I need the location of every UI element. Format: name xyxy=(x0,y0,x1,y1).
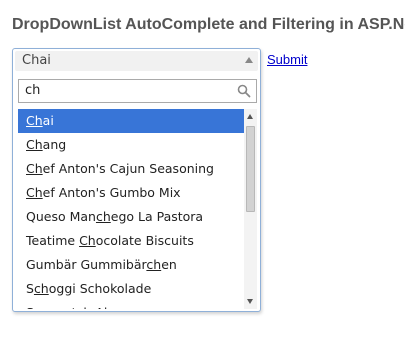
result-item[interactable]: Teatime Chocolate Biscuits xyxy=(18,229,244,253)
dropdown-selected-value: Chai xyxy=(22,53,51,68)
result-item[interactable]: Gumbär Gummibärchen xyxy=(18,253,244,277)
match-highlight: Ch xyxy=(26,161,43,176)
result-item[interactable]: Chai xyxy=(18,109,244,133)
match-highlight: ch xyxy=(146,257,162,272)
submit-link[interactable]: Submit xyxy=(267,52,307,67)
results-list: Chai Chang Chef Anton's Cajun Seasoning Che… xyxy=(18,109,244,309)
result-item[interactable]: Schoggi Schokolade xyxy=(18,277,244,301)
match-highlight: ch xyxy=(33,281,49,296)
result-item[interactable]: Chef Anton's Cajun Seasoning xyxy=(18,157,244,181)
search-input[interactable]: ch xyxy=(18,79,257,103)
search-icon xyxy=(237,84,251,98)
result-item[interactable]: Chef Anton's Gumbo Mix xyxy=(18,181,244,205)
result-item[interactable]: Sasquatch Ale xyxy=(18,301,244,309)
scrollbar-thumb[interactable] xyxy=(246,126,255,212)
product-dropdown[interactable]: Chai ch Chai Chang Chef Anton's Cajun Seas… xyxy=(12,48,261,312)
match-highlight: Ch xyxy=(26,137,43,152)
match-highlight: ch xyxy=(95,209,111,224)
match-highlight: Ch xyxy=(79,233,96,248)
match-highlight: ch xyxy=(77,305,92,309)
match-highlight: Ch xyxy=(26,113,43,128)
dropdown-selection[interactable]: Chai xyxy=(15,51,258,71)
match-highlight: Ch xyxy=(26,185,43,200)
scroll-up-icon[interactable] xyxy=(247,114,253,119)
result-item[interactable]: Chang xyxy=(18,133,244,157)
chevron-up-icon[interactable] xyxy=(245,57,253,63)
result-item[interactable]: Queso Manchego La Pastora xyxy=(18,205,244,229)
scroll-down-icon[interactable] xyxy=(247,299,253,304)
search-input-value: ch xyxy=(25,83,41,98)
page-title: DropDownList AutoComplete and Filtering … xyxy=(12,16,405,33)
results-scrollbar[interactable] xyxy=(244,109,257,309)
